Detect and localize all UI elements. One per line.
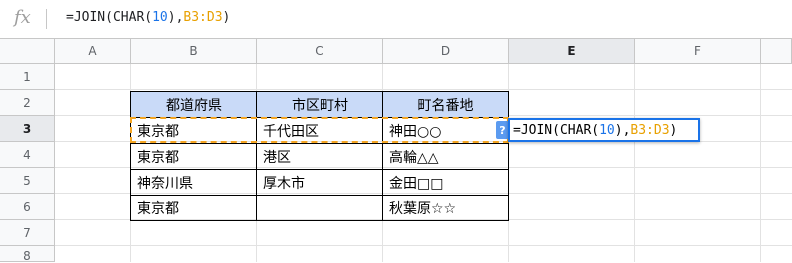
formula-bar-divider xyxy=(46,9,47,29)
row-header-8[interactable]: 8 xyxy=(0,246,55,263)
table-cell[interactable]: 港区 xyxy=(257,144,383,170)
column-header-e[interactable]: E xyxy=(509,39,635,64)
table-border xyxy=(382,92,383,220)
select-all-corner[interactable] xyxy=(0,39,55,64)
formula-number: 10 xyxy=(152,10,168,25)
editor-suffix: ) xyxy=(669,122,678,138)
address-table: 都道府県 市区町村 町名番地 東京都 千代田区 神田○○ 東京都 港区 高輪△△… xyxy=(130,91,509,221)
formula-input[interactable]: =JOIN(CHAR(10),B3:D3) xyxy=(66,10,230,25)
header-cell-street[interactable]: 町名番地 xyxy=(383,92,508,118)
formula-suffix: ) xyxy=(222,10,231,25)
column-header-g[interactable] xyxy=(761,39,792,64)
formula-range-ref: B3:D3 xyxy=(183,10,223,25)
table-cell[interactable]: 東京都 xyxy=(131,144,257,170)
table-cell[interactable]: 秋葉原☆☆ xyxy=(383,196,508,220)
column-header-d[interactable]: D xyxy=(383,39,509,64)
header-cell-prefecture[interactable]: 都道府県 xyxy=(131,92,257,118)
editor-prefix: =JOIN(CHAR( xyxy=(513,122,600,138)
editor-range-ref: B3:D3 xyxy=(630,122,670,138)
row-header-7[interactable]: 7 xyxy=(0,220,55,246)
column-header-f[interactable]: F xyxy=(635,39,761,64)
cell-editor-e3[interactable]: =JOIN(CHAR(10), B3:D3) xyxy=(508,118,700,142)
row-header-1[interactable]: 1 xyxy=(0,64,55,90)
table-cell[interactable]: 東京都 xyxy=(131,196,257,220)
table-cell[interactable]: 金田□□ xyxy=(383,170,508,196)
table-border xyxy=(131,169,508,170)
formula-bar: fx =JOIN(CHAR(10),B3:D3) xyxy=(0,0,792,39)
gridline xyxy=(55,245,792,246)
column-header-c[interactable]: C xyxy=(257,39,383,64)
row-header-2[interactable]: 2 xyxy=(0,90,55,116)
table-cell[interactable]: 厚木市 xyxy=(257,170,383,196)
table-border xyxy=(131,143,508,144)
table-border xyxy=(256,92,257,220)
gridline xyxy=(634,64,635,262)
table-cell[interactable]: 神奈川県 xyxy=(131,170,257,196)
row-header-4[interactable]: 4 xyxy=(0,142,55,168)
row-header-3[interactable]: 3 xyxy=(0,116,55,142)
formula-mid: ), xyxy=(167,10,184,25)
gridline xyxy=(55,89,792,90)
formula-prefix: =JOIN(CHAR( xyxy=(66,10,153,25)
table-cell[interactable] xyxy=(257,196,383,220)
table-cell[interactable]: 高輪△△ xyxy=(383,144,508,170)
editor-number: 10 xyxy=(599,122,615,138)
table-border xyxy=(131,195,508,196)
header-cell-city[interactable]: 市区町村 xyxy=(257,92,383,118)
row-header-5[interactable]: 5 xyxy=(0,168,55,194)
range-reference-highlight xyxy=(130,117,509,143)
spreadsheet-grid[interactable]: A B C D E F 1 2 3 4 5 6 7 8 都道府県 市区町村 町名… xyxy=(0,39,792,263)
gridline xyxy=(760,64,761,262)
column-header-a[interactable]: A xyxy=(55,39,131,64)
row-header-6[interactable]: 6 xyxy=(0,194,55,220)
function-icon: fx xyxy=(14,7,31,28)
editor-mid: ), xyxy=(614,122,631,138)
column-header-b[interactable]: B xyxy=(131,39,257,64)
